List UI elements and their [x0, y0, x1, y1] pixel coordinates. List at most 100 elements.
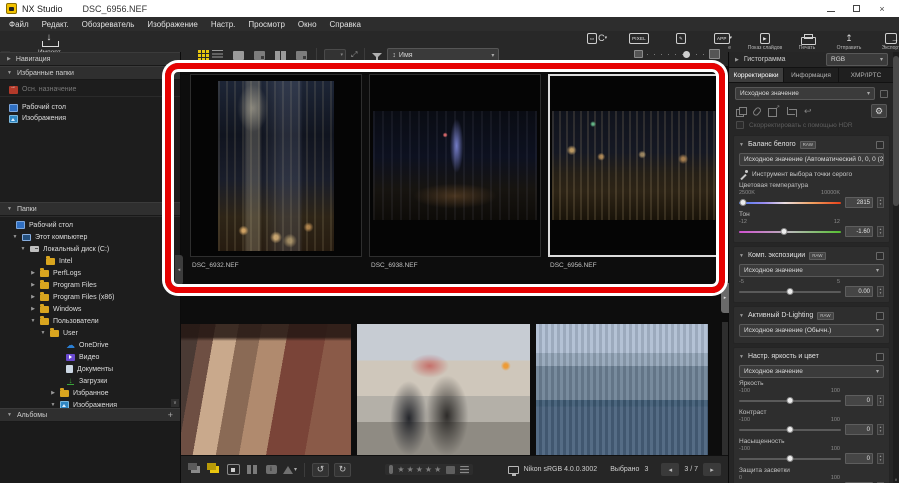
paste-adjustments-icon[interactable]: [752, 106, 762, 117]
thumbnail-street-scene[interactable]: [357, 324, 530, 455]
star-icon[interactable]: ★: [407, 465, 414, 474]
exposure-dropdown[interactable]: Исходное значение▾: [739, 264, 884, 277]
tree-item[interactable]: ▼Этот компьютер: [0, 231, 180, 243]
save-adjustments-icon[interactable]: [768, 107, 778, 116]
thumbnail-info-view-icon[interactable]: [251, 48, 267, 62]
gear-icon[interactable]: ⚙: [871, 104, 887, 118]
spinner-icon[interactable]: ▴▾: [877, 453, 884, 464]
tree-item[interactable]: Видео: [0, 351, 180, 363]
tree-scroll-down-icon[interactable]: ∨: [171, 399, 179, 407]
favorite-pictures[interactable]: Изображения: [0, 113, 180, 124]
menu-edit[interactable]: Редакт.: [42, 20, 69, 29]
thumbnail-dsc6932[interactable]: [190, 74, 362, 257]
saturation-value[interactable]: 0: [845, 453, 873, 464]
grid-overlay-icon[interactable]: [245, 464, 259, 476]
grid-view-icon[interactable]: [188, 48, 204, 62]
panel-scrollbar[interactable]: ∨: [893, 52, 899, 483]
filmstrip-view-icon[interactable]: [293, 48, 309, 62]
thumbnail-dsc6938[interactable]: [369, 74, 541, 257]
menu-image[interactable]: Изображение: [147, 20, 197, 29]
favorites-section-header[interactable]: ▼ Избранные папки: [0, 66, 180, 80]
filter-icon[interactable]: [372, 53, 382, 58]
tree-item[interactable]: Intel: [0, 255, 180, 267]
menu-help[interactable]: Справка: [330, 20, 361, 29]
revert-icon[interactable]: ↩: [804, 107, 812, 116]
folders-section-header[interactable]: ▼ Папки: [0, 202, 180, 216]
label-icon[interactable]: [446, 466, 455, 474]
brightness-value[interactable]: 0: [845, 395, 873, 406]
tree-item[interactable]: ▼User: [0, 327, 180, 339]
d-lighting-dropdown[interactable]: Исходное значение (Обычн.)▾: [739, 324, 884, 337]
tint-value[interactable]: -1.60: [845, 226, 873, 237]
expander-icon[interactable]: ▶: [50, 390, 56, 396]
navigation-section-header[interactable]: ▶ Навигация: [0, 52, 180, 66]
spinner-icon[interactable]: ▴▾: [877, 197, 884, 208]
spinner-icon[interactable]: ▴▾: [877, 395, 884, 406]
gray-point-tool[interactable]: Инструмент выбора точки серого: [739, 168, 884, 180]
exposure-slider[interactable]: [739, 291, 841, 293]
exposure-value[interactable]: 0.00: [845, 286, 873, 297]
star-icon[interactable]: ★: [425, 465, 432, 474]
hdr-checkbox[interactable]: [736, 121, 744, 129]
copy-adjustments-icon[interactable]: [736, 107, 746, 116]
maximize-icon[interactable]: [853, 5, 860, 12]
tab-xmp-iptc[interactable]: XMP/IPTC: [839, 68, 894, 82]
expander-icon[interactable]: ▼: [40, 330, 46, 336]
histogram-overlay-icon[interactable]: ▾: [283, 464, 297, 476]
group-dropdown[interactable]: ▾: [324, 49, 346, 61]
slider-thumb[interactable]: [787, 288, 794, 295]
white-balance-dropdown[interactable]: Исходное значение (Автоматический 0, 0, …: [739, 153, 884, 166]
rotate-right-button[interactable]: ↻: [334, 463, 351, 477]
close-icon[interactable]: ×: [877, 4, 887, 14]
contrast-value[interactable]: 0: [845, 424, 873, 435]
sort-dropdown[interactable]: ↕ Имя ▾: [387, 48, 499, 62]
slider-thumb[interactable]: [740, 199, 747, 206]
slider-thumb[interactable]: [787, 455, 794, 462]
spinner-icon[interactable]: ▴▾: [877, 424, 884, 435]
list-label-icon[interactable]: [460, 466, 469, 474]
clear-rating-icon[interactable]: [389, 465, 393, 474]
tab-information[interactable]: Информация: [784, 68, 839, 82]
spinner-icon[interactable]: ▴▾: [877, 286, 884, 297]
expander-icon[interactable]: ▼: [50, 402, 56, 408]
tree-item[interactable]: Документы: [0, 363, 180, 375]
list-view-icon[interactable]: [209, 48, 225, 62]
menu-view[interactable]: Просмотр: [248, 20, 285, 29]
expander-icon[interactable]: ▼: [30, 318, 36, 324]
thumbnail-size-slider[interactable]: [634, 49, 720, 59]
tree-item[interactable]: ▶Избранное: [0, 387, 180, 399]
temperature-value[interactable]: 2815: [845, 197, 873, 208]
brightness-slider[interactable]: [739, 400, 841, 402]
expander-icon[interactable]: ▼: [20, 246, 26, 252]
tree-item[interactable]: ▶Program Files (x86): [0, 291, 180, 303]
tint-slider[interactable]: [739, 231, 841, 233]
tree-item[interactable]: ▶Program Files: [0, 279, 180, 291]
right-panel-collapse-handle[interactable]: ▸: [721, 283, 729, 313]
tree-item-selected[interactable]: ▼Изображения: [0, 399, 180, 408]
adjustments-preset-dropdown[interactable]: Исходное значение▾: [735, 87, 875, 100]
tree-item[interactable]: ↓Загрузки: [0, 375, 180, 387]
star-icon[interactable]: ★: [416, 465, 423, 474]
add-album-icon[interactable]: +: [168, 410, 173, 420]
star-icon[interactable]: ★: [434, 465, 441, 474]
expander-icon[interactable]: ▼: [739, 354, 744, 360]
menu-window[interactable]: Окно: [298, 20, 317, 29]
thumbnail-city-skyline[interactable]: [536, 324, 708, 455]
tree-item[interactable]: ▼Пользователи: [0, 315, 180, 327]
scroll-down-icon[interactable]: ∨: [893, 475, 899, 483]
menu-file[interactable]: Файл: [9, 20, 29, 29]
tree-item[interactable]: Рабочий стол: [0, 219, 180, 231]
star-icon[interactable]: ★: [397, 465, 404, 474]
favorite-desktop[interactable]: Рабочий стол: [0, 102, 180, 113]
menu-browser[interactable]: Обозреватель: [82, 20, 135, 29]
exposure-checkbox[interactable]: [876, 252, 884, 260]
compare-view-icon[interactable]: [272, 48, 288, 62]
minimize-icon[interactable]: [827, 6, 835, 12]
expander-icon[interactable]: ▶: [30, 294, 36, 300]
expander-icon[interactable]: ▶: [30, 306, 36, 312]
tree-item[interactable]: ☁OneDrive: [0, 339, 180, 351]
tree-item[interactable]: ▼Локальный диск (C:): [0, 243, 180, 255]
slider-thumb[interactable]: [780, 228, 787, 235]
tree-item[interactable]: ▶Windows: [0, 303, 180, 315]
crop-icon[interactable]: [786, 107, 796, 116]
